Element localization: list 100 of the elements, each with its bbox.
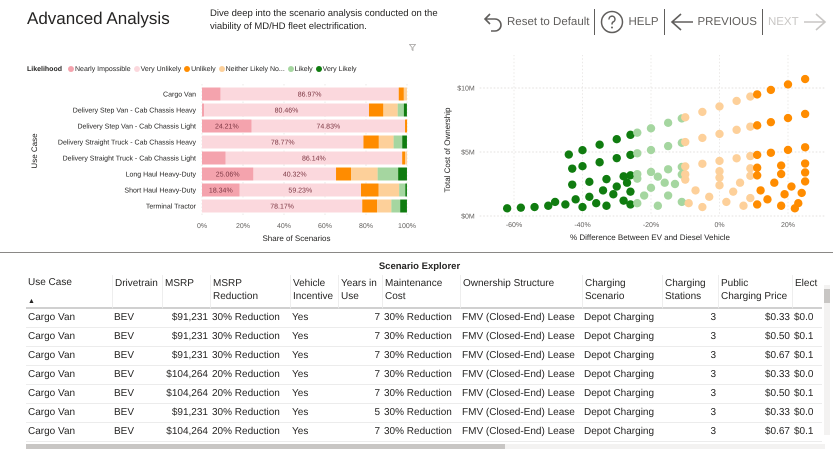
column-header[interactable]: Drivetrain [112, 275, 162, 309]
table-cell: $0.50 [718, 385, 792, 404]
point [664, 165, 672, 174]
point [654, 202, 662, 210]
point [633, 149, 642, 158]
table-cell: Yes [290, 309, 338, 328]
table-cell: 20% Reduction [210, 423, 290, 442]
point [715, 130, 724, 138]
point [800, 159, 810, 168]
point [612, 135, 621, 144]
point [578, 162, 587, 170]
point [681, 162, 690, 171]
table-cell: 7 [338, 423, 382, 442]
point [622, 178, 632, 187]
filter-icon[interactable] [409, 44, 416, 51]
reset-button[interactable]: Reset to Default [478, 9, 594, 35]
table-cell: $0.50 [718, 328, 792, 347]
point [568, 164, 576, 173]
point [776, 202, 786, 210]
point [678, 198, 686, 206]
point [568, 180, 576, 189]
point [752, 164, 762, 172]
table-cell: Yes [290, 347, 338, 366]
point [776, 170, 786, 178]
point [732, 126, 741, 134]
table-cell: BEV [112, 347, 162, 366]
table-cell: 30% Reduction [382, 309, 460, 328]
column-header[interactable]: Public Charging Price [718, 275, 792, 309]
table-cell: Depot Charging [582, 309, 662, 328]
point [691, 186, 700, 195]
point [646, 184, 656, 192]
point [800, 168, 810, 177]
point [736, 178, 744, 187]
y-axis-title: Use Case [30, 133, 39, 169]
table-cell: $0.33 [718, 404, 792, 423]
column-header[interactable]: Vehicle Incentive [290, 275, 338, 309]
point [561, 200, 570, 209]
table-cell: Cargo Van [26, 366, 112, 385]
table-cell: 3 [662, 366, 718, 385]
point [681, 138, 690, 146]
point [578, 202, 587, 212]
point [595, 158, 604, 166]
point [612, 154, 621, 162]
column-header[interactable]: Charging Scenario [582, 275, 662, 309]
column-header[interactable]: Ownership Structure [460, 275, 582, 309]
point [619, 196, 628, 205]
column-header[interactable]: Elect [792, 275, 822, 309]
previous-button[interactable]: PREVIOUS [664, 10, 762, 34]
table-cell: BEV [112, 366, 162, 385]
point [715, 181, 724, 190]
table-cell: Depot Charging [582, 347, 662, 366]
point [722, 198, 731, 206]
page-description: Dive deep into the scenario analysis conducted on the viability of MD/HD fleet electrification. [210, 7, 439, 33]
point [746, 172, 755, 180]
point [571, 195, 580, 204]
table-cell: 30% Reduction [382, 404, 460, 423]
point [784, 146, 792, 154]
point [530, 202, 539, 212]
x-axis-title: % Difference Between EV and Diesel Vehicle [570, 233, 730, 242]
table-cell: $91,231 [162, 309, 210, 328]
point [766, 86, 776, 94]
point [664, 118, 672, 128]
x-axis-title: Share of Scenarios [262, 234, 331, 243]
point [732, 96, 741, 106]
point [800, 143, 810, 152]
column-header[interactable]: Use Case [28, 277, 110, 288]
table-cell: 7 [338, 328, 382, 347]
point [585, 178, 594, 186]
table-cell: FMV (Closed-End) Lease [460, 423, 582, 442]
column-header[interactable]: Maintenance Cost [382, 275, 460, 309]
vertical-scrollbar[interactable] [824, 285, 830, 435]
point [585, 192, 594, 201]
table-cell: $0.33 [718, 309, 792, 328]
table-cell: $0.0 [792, 309, 822, 328]
point [763, 195, 772, 204]
table-cell: FMV (Closed-End) Lease [460, 309, 582, 328]
table-cell: Depot Charging [582, 423, 662, 442]
table-cell: 30% Reduction [382, 385, 460, 404]
point [800, 110, 810, 118]
table-cell: 7 [338, 309, 382, 328]
table-cell: Yes [290, 366, 338, 385]
point [752, 90, 762, 99]
table-cell: BEV [112, 423, 162, 442]
column-header[interactable]: MSRP [162, 275, 210, 309]
point [626, 150, 635, 160]
point [598, 186, 608, 195]
help-button[interactable]: HELP [595, 8, 664, 36]
table-cell: $0.0 [792, 366, 822, 385]
table-cell: $104,264 [162, 423, 210, 442]
table-cell: 3 [662, 347, 718, 366]
column-header[interactable]: Charging Stations [662, 275, 718, 309]
point [640, 191, 648, 200]
table-cell: $0.1 [792, 328, 822, 347]
table-cell: $0.33 [718, 366, 792, 385]
column-header[interactable]: Years in Use [338, 275, 382, 309]
table-cell: 30% Reduction [382, 328, 460, 347]
point [684, 199, 693, 208]
column-header[interactable]: MSRP Reduction [210, 275, 290, 309]
horizontal-scrollbar[interactable] [26, 444, 825, 449]
point [787, 182, 796, 191]
